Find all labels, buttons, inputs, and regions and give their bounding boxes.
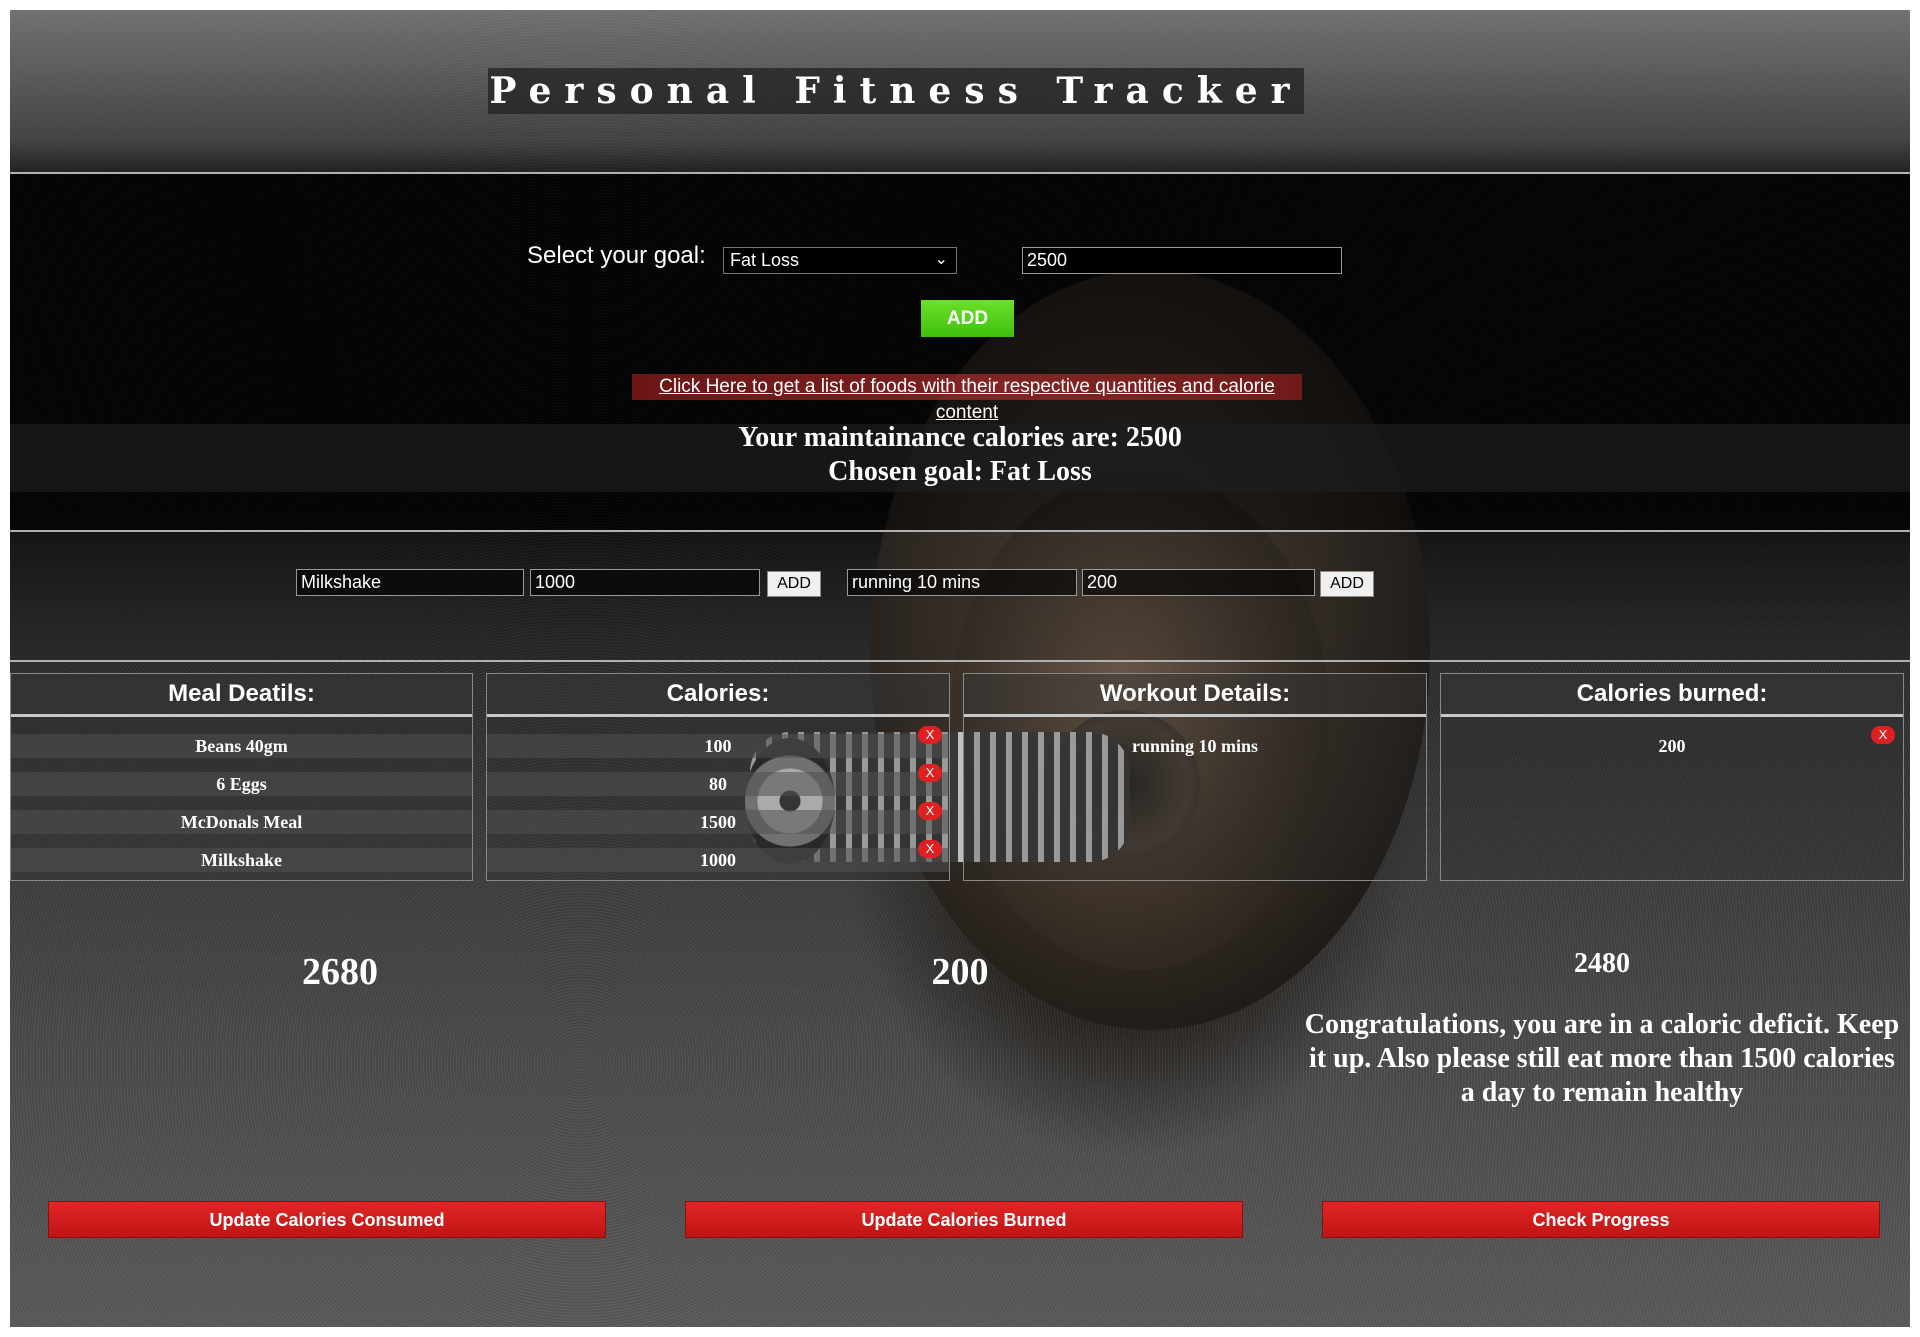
entry-section bbox=[10, 532, 1910, 662]
calorie-value: 100 bbox=[704, 736, 732, 756]
delete-meal-button[interactable]: X bbox=[918, 802, 942, 820]
calorie-row: 80 bbox=[487, 772, 949, 796]
goal-label: Select your goal: bbox=[527, 242, 706, 269]
calories-header: Calories: bbox=[487, 674, 949, 717]
food-list-link[interactable]: Click Here to get a list of foods with t… bbox=[632, 374, 1302, 423]
delete-meal-button[interactable]: X bbox=[918, 726, 942, 744]
meal-name-input[interactable]: Milkshake bbox=[296, 569, 524, 596]
progress-message: Congratulations, you are in a caloric de… bbox=[1304, 1009, 1900, 1108]
update-calories-consumed-button[interactable]: Update Calories Consumed bbox=[48, 1201, 606, 1238]
update-calories-burned-button[interactable]: Update Calories Burned bbox=[685, 1201, 1243, 1238]
meal-row: McDonals Meal bbox=[11, 810, 472, 834]
workout-row: running 10 mins bbox=[1131, 736, 1259, 756]
workout-calories-input[interactable]: 200 bbox=[1082, 569, 1315, 596]
meal-row: Beans 40gm bbox=[11, 734, 472, 758]
calorie-value: 1500 bbox=[700, 812, 736, 832]
calorie-value: 80 bbox=[709, 774, 727, 794]
meal-calories-input[interactable]: 1000 bbox=[530, 569, 760, 596]
workout-details-column: Workout Details: running 10 mins bbox=[963, 673, 1427, 881]
workout-add-button[interactable]: ADD bbox=[1320, 571, 1374, 597]
meal-details-column: Meal Deatils: Beans 40gm 6 Eggs McDonals… bbox=[10, 673, 473, 881]
calorie-row: 1000 bbox=[487, 848, 949, 872]
delete-meal-button[interactable]: X bbox=[918, 840, 942, 858]
meal-row: Milkshake bbox=[11, 848, 472, 872]
delete-workout-button[interactable]: X bbox=[1871, 726, 1895, 744]
maintenance-text: Your maintainance calories are: 2500 bbox=[738, 422, 1182, 453]
chosen-goal-text: Chosen goal: Fat Loss bbox=[828, 456, 1092, 487]
calories-burned-column: Calories burned: 200 X bbox=[1440, 673, 1904, 881]
app-frame: Personal Fitness Tracker Select your goa… bbox=[10, 10, 1910, 1327]
meal-row: 6 Eggs bbox=[11, 772, 472, 796]
maintenance-calories-input[interactable]: 2500 bbox=[1022, 247, 1342, 274]
total-burned: 200 bbox=[931, 951, 989, 993]
meal-add-button[interactable]: ADD bbox=[767, 571, 821, 597]
goal-select-value: Fat Loss bbox=[730, 250, 800, 270]
page-title: Personal Fitness Tracker bbox=[489, 70, 1303, 112]
chevron-down-icon: ⌄ bbox=[934, 251, 948, 268]
burned-row: 200 bbox=[1658, 736, 1686, 756]
meal-details-header: Meal Deatils: bbox=[11, 674, 472, 717]
total-consumed: 2680 bbox=[302, 951, 378, 993]
net-calories: 2480 bbox=[1574, 948, 1630, 979]
calorie-value: 1000 bbox=[700, 850, 736, 870]
calories-burned-header: Calories burned: bbox=[1441, 674, 1903, 717]
calorie-row: 100 bbox=[487, 734, 949, 758]
goal-add-button[interactable]: ADD bbox=[921, 300, 1014, 337]
goal-select[interactable]: Fat Loss ⌄ bbox=[723, 247, 957, 274]
calorie-row: 1500 bbox=[487, 810, 949, 834]
workout-name-input[interactable]: running 10 mins bbox=[847, 569, 1077, 596]
check-progress-button[interactable]: Check Progress bbox=[1322, 1201, 1880, 1238]
workout-details-header: Workout Details: bbox=[964, 674, 1426, 717]
calories-column: Calories: 100 X 80 X 1500 X 1000 X bbox=[486, 673, 950, 881]
delete-meal-button[interactable]: X bbox=[918, 764, 942, 782]
